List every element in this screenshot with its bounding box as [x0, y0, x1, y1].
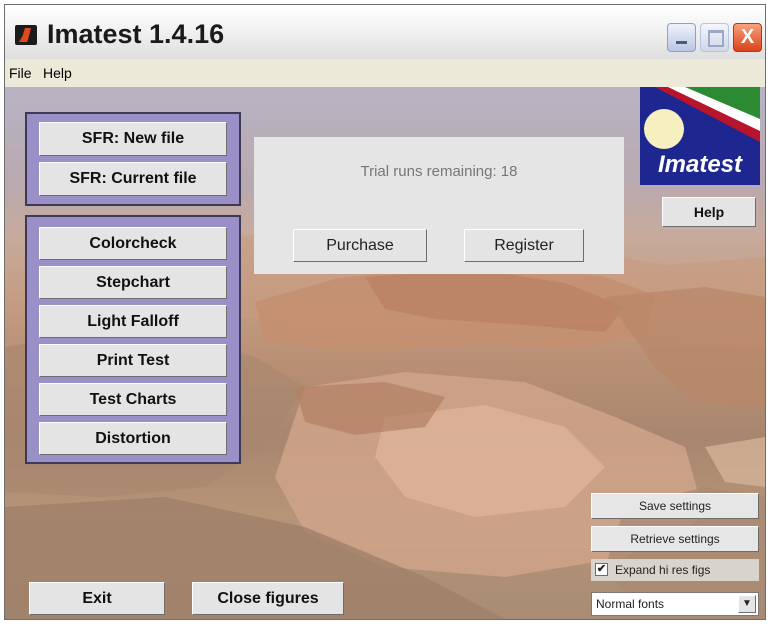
expand-hi-res-checkbox-row[interactable]: ✔ Expand hi res figs: [591, 559, 759, 581]
menu-bar: File Help: [5, 59, 765, 87]
print-test-button[interactable]: Print Test: [39, 344, 227, 377]
title-bar[interactable]: Imatest 1.4.16 X: [5, 5, 765, 59]
menu-file[interactable]: File: [9, 65, 32, 81]
font-size-select[interactable]: Normal fonts ▼: [591, 592, 759, 616]
distortion-button[interactable]: Distortion: [39, 422, 227, 455]
light-falloff-button[interactable]: Light Falloff: [39, 305, 227, 338]
purchase-button[interactable]: Purchase: [293, 229, 427, 262]
close-figures-button[interactable]: Close figures: [192, 582, 344, 615]
colorcheck-button[interactable]: Colorcheck: [39, 227, 227, 260]
menu-help[interactable]: Help: [43, 65, 72, 81]
logo-text: Imatest: [657, 151, 743, 178]
maximize-button[interactable]: [700, 23, 729, 52]
save-settings-button[interactable]: Save settings: [591, 493, 759, 519]
trial-dialog: Trial runs remaining: 18 Purchase Regist…: [254, 137, 624, 274]
help-button[interactable]: Help: [662, 197, 756, 227]
exit-button[interactable]: Exit: [29, 582, 165, 615]
register-button[interactable]: Register: [464, 229, 584, 262]
canyon-background: SFR: New file SFR: Current file Colorche…: [5, 87, 765, 619]
expand-hi-res-checkbox[interactable]: ✔: [595, 563, 608, 576]
window-title: Imatest 1.4.16: [47, 19, 225, 49]
close-button[interactable]: X: [733, 23, 762, 52]
retrieve-settings-button[interactable]: Retrieve settings: [591, 526, 759, 552]
sfr-new-file-button[interactable]: SFR: New file: [39, 122, 227, 156]
expand-hi-res-label: Expand hi res figs: [615, 563, 711, 577]
test-charts-button[interactable]: Test Charts: [39, 383, 227, 416]
imatest-app-icon: [15, 25, 37, 45]
trial-runs-message: Trial runs remaining: 18: [360, 163, 518, 180]
analysis-modules-group: Colorcheck Stepchart Light Falloff Print…: [25, 215, 241, 464]
stepchart-button[interactable]: Stepchart: [39, 266, 227, 299]
minimize-button[interactable]: [667, 23, 696, 52]
sfr-current-file-button[interactable]: SFR: Current file: [39, 162, 227, 196]
dropdown-arrow-icon[interactable]: ▼: [738, 595, 756, 613]
imatest-logo: Imatest: [640, 87, 760, 185]
sfr-button-group: SFR: New file SFR: Current file: [25, 112, 241, 206]
font-size-select-value: Normal fonts: [596, 597, 665, 611]
app-window: Imatest 1.4.16 X File Help SFR: New file…: [4, 4, 766, 620]
